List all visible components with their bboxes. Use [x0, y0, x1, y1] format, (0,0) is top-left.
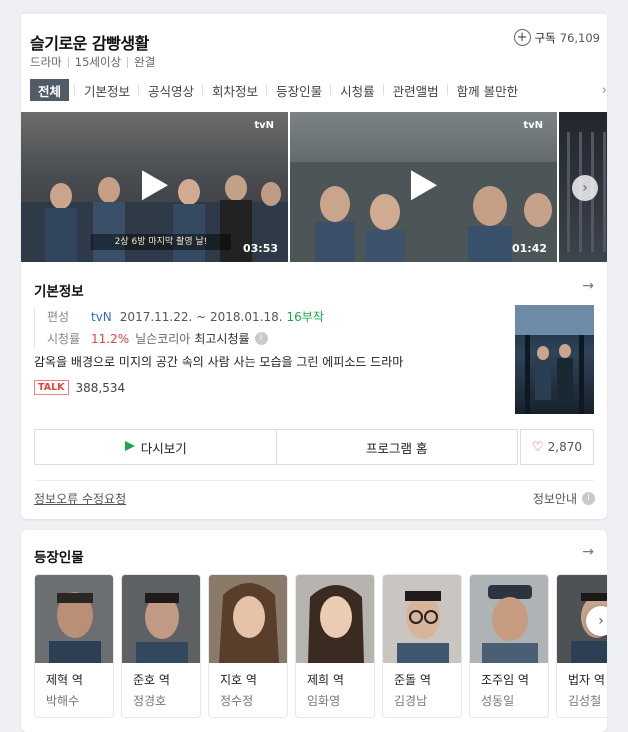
tab-cast[interactable]: 등장인물 [266, 81, 331, 100]
rating-source: 닐슨코리아 [135, 332, 191, 346]
channel-link[interactable]: tvN [91, 310, 112, 324]
tabs-next-icon[interactable]: › [577, 79, 607, 101]
rating-note: 최고시청률 [194, 332, 250, 346]
poster-image[interactable] [515, 305, 594, 414]
cast-card: 등장인물 → 제혁 역 박해수 준호 역 정경호 지호 역 정수정 제희 역 임… [21, 530, 607, 732]
tab-ratings[interactable]: 시청률 [330, 81, 384, 100]
video-duration: 01:42 [511, 242, 547, 255]
video-thumbnail[interactable]: tvN 01:42 [290, 112, 557, 262]
cast-photo [296, 575, 374, 663]
cast-actor: 임화영 [307, 694, 341, 708]
program-description: 감옥을 배경으로 미지의 공간 속의 사람 사는 모습을 그린 에피소드 드라마 [34, 355, 404, 369]
tab-albums[interactable]: 관련앨범 [382, 81, 448, 100]
action-buttons: 다시보기 프로그램 홈 [34, 429, 518, 465]
cast-member[interactable]: 지호 역 정수정 [208, 574, 288, 718]
cast-role: 준돌 역 [394, 673, 431, 687]
cast-photo [35, 575, 113, 663]
tab-recommended[interactable]: 함께 볼만한 [446, 81, 527, 100]
episode-count: 16부작 [286, 310, 324, 324]
play-icon[interactable] [140, 168, 170, 202]
program-home-button[interactable]: 프로그램 홈 [275, 430, 518, 464]
cast-role: 법자 역 [568, 673, 605, 687]
rating-label: 시청률 [47, 332, 81, 346]
talk-badge: TALK [34, 380, 69, 395]
cast-photo [383, 575, 461, 663]
info-guide-link[interactable]: 정보안내 i [533, 490, 595, 507]
video-carousel: tvN 2상 6방 마지막 촬영 날! 03:53 tvN 01:42 [21, 112, 607, 262]
cast-member[interactable]: 법자 역 김성철 [556, 574, 607, 718]
cast-photo [122, 575, 200, 663]
tab-official-video[interactable]: 공식영상 [138, 81, 203, 100]
rewatch-button[interactable]: 다시보기 [35, 430, 276, 464]
cast-photo [209, 575, 287, 663]
age-rating: 15세이상 [74, 55, 122, 69]
video-duration: 03:53 [242, 242, 278, 255]
cast-member[interactable]: 제희 역 임화영 [295, 574, 375, 718]
cast-photo [470, 575, 548, 663]
like-button[interactable]: ♡ 2,870 [520, 429, 594, 465]
rating-value: 11.2% [91, 331, 130, 346]
top-strip [21, 10, 607, 14]
tab-bar: 전체 기본정보 공식영상 회차정보 등장인물 시청률 관련앨범 함께 볼만한 › [30, 79, 607, 101]
meta-divider [67, 56, 69, 68]
plus-icon: + [513, 29, 531, 46]
play-logo-icon [124, 440, 136, 455]
cast-actor: 김성철 [568, 694, 602, 708]
cast-member[interactable]: 준호 역 정경호 [121, 574, 201, 718]
tab-all[interactable]: 전체 [30, 79, 70, 101]
section-title-basic-info[interactable]: 기본정보 [34, 280, 84, 300]
carousel-next-button[interactable]: › [572, 175, 598, 201]
cast-role: 제혁 역 [46, 673, 83, 687]
like-count: 2,870 [547, 440, 582, 454]
channel-logo: tvN [523, 120, 543, 131]
heart-icon: ♡ [531, 439, 544, 455]
info-row-rating: 시청률 11.2% 닐슨코리아 최고시청률 i [34, 330, 268, 347]
tab-episodes[interactable]: 회차정보 [202, 81, 267, 100]
cast-actor: 성동일 [481, 694, 515, 708]
play-icon[interactable] [409, 168, 439, 202]
cast-actor: 김경남 [394, 694, 428, 708]
info-icon: i [582, 492, 595, 505]
cast-member[interactable]: 준돌 역 김경남 [382, 574, 462, 718]
arrow-right-icon[interactable]: → [582, 544, 594, 560]
info-icon[interactable]: i [254, 332, 268, 345]
cast-role: 준호 역 [133, 673, 170, 687]
arrow-right-icon[interactable]: → [582, 278, 594, 294]
subscribe-button[interactable]: + 구독 76,109 [513, 29, 600, 46]
talk-count: 388,534 [75, 380, 126, 395]
info-guide-label: 정보안내 [532, 492, 577, 506]
cast-role: 제희 역 [307, 673, 344, 687]
poster-art [515, 305, 594, 414]
rewatch-label: 다시보기 [140, 440, 187, 456]
program-title[interactable]: 슬기로운 감빵생활 [30, 30, 149, 54]
genre: 드라마 [30, 55, 62, 69]
program-card: 슬기로운 감빵생활 + 구독 76,109 드라마 15세이상 완결 전체 기본… [21, 10, 607, 519]
program-home-label: 프로그램 홈 [366, 440, 428, 456]
cast-member[interactable]: 제혁 역 박해수 [34, 574, 114, 718]
program-meta: 드라마 15세이상 완결 [30, 54, 155, 70]
broadcast-status: 완결 [134, 55, 156, 69]
video-thumbnail[interactable]: tvN 2상 6방 마지막 촬영 날! 03:53 [21, 112, 288, 262]
talk-link[interactable]: TALK 388,534 [34, 380, 125, 395]
cast-actor: 정경호 [133, 694, 167, 708]
tab-basic-info[interactable]: 기본정보 [74, 81, 139, 100]
channel-label: 편성 [47, 310, 70, 324]
cast-list: 제혁 역 박해수 준호 역 정경호 지호 역 정수정 제희 역 임화영 준돌 역… [34, 574, 607, 718]
section-title-cast[interactable]: 등장인물 [34, 546, 84, 566]
meta-divider [127, 56, 129, 68]
cast-role: 조주임 역 [481, 673, 529, 687]
air-dates: 2017.11.22. ~ 2018.01.18. [119, 309, 283, 324]
cast-member[interactable]: 조주임 역 성동일 [469, 574, 549, 718]
report-error-link[interactable]: 정보오류 수정요청 [34, 490, 126, 507]
subscribe-label: 구독 [534, 30, 556, 45]
subscribe-count: 76,109 [559, 30, 600, 45]
cast-actor: 박해수 [46, 694, 80, 708]
cast-role: 지호 역 [220, 673, 257, 687]
info-row-channel: 편성 tvN 2017.11.22. ~ 2018.01.18. 16부작 [34, 308, 324, 325]
cast-actor: 정수정 [220, 694, 254, 708]
video-caption: 2상 6방 마지막 촬영 날! [91, 234, 231, 250]
divider [34, 480, 594, 481]
channel-logo: tvN [254, 120, 274, 131]
